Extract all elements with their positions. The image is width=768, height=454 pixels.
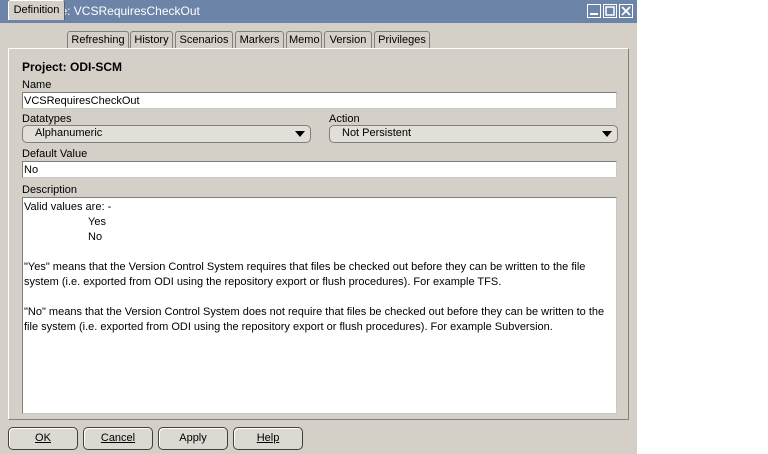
action-value: Not Persistent	[342, 127, 412, 139]
tab-privileges[interactable]: Privileges	[374, 31, 430, 48]
maximize-button[interactable]	[603, 4, 617, 18]
description-line: Valid values are: -	[24, 201, 112, 213]
cancel-button[interactable]: Cancel	[83, 427, 153, 450]
default-value-field[interactable]: No	[22, 161, 617, 178]
name-label: Name	[22, 79, 52, 91]
description-line: "No" means that the Version Control Syst…	[24, 306, 605, 318]
datatypes-value: Alphanumeric	[35, 127, 103, 139]
apply-button[interactable]: Apply	[158, 427, 228, 450]
maximize-icon	[605, 6, 615, 16]
variable-window: ? Variable: VCSRequiresCheckOut Definiti…	[0, 0, 637, 454]
description-line: "Yes" means that the Version Control Sys…	[24, 261, 586, 273]
description-label: Description	[22, 184, 78, 196]
ok-button[interactable]: OK	[8, 427, 78, 450]
cancel-label: Cancel	[100, 432, 136, 444]
tab-history[interactable]: History	[130, 31, 173, 48]
help-button[interactable]: Help	[233, 427, 303, 450]
minimize-icon	[590, 13, 598, 15]
minimize-button[interactable]	[587, 4, 601, 18]
help-label: Help	[256, 432, 280, 444]
chevron-down-icon	[295, 131, 305, 137]
tab-version[interactable]: Version	[324, 31, 372, 48]
tab-definition[interactable]: Definition	[8, 0, 65, 20]
project-label: Project: ODI-SCM	[22, 60, 123, 74]
tab-scenarios[interactable]: Scenarios	[175, 31, 233, 48]
apply-label: Apply	[179, 432, 207, 444]
description-line: system (i.e. exported from ODI using the…	[24, 276, 502, 288]
chevron-down-icon	[602, 131, 612, 137]
datatypes-select[interactable]: Alphanumeric	[22, 125, 311, 143]
title-bar[interactable]: ? Variable: VCSRequiresCheckOut	[0, 0, 637, 23]
name-field[interactable]: VCSRequiresCheckOut	[22, 92, 617, 109]
description-textarea[interactable]: Valid values are: - Yes No "Yes" means t…	[22, 197, 617, 414]
tab-markers[interactable]: Markers	[235, 31, 284, 48]
description-line: file system (i.e. exported from ODI usin…	[24, 321, 553, 333]
description-line: No	[88, 231, 103, 243]
tab-refreshing[interactable]: Refreshing	[67, 31, 129, 48]
action-select[interactable]: Not Persistent	[329, 125, 618, 143]
close-button[interactable]	[619, 4, 633, 18]
close-icon	[621, 6, 631, 16]
default-value-label: Default Value	[22, 148, 88, 160]
description-line: Yes	[88, 216, 106, 228]
tab-memo[interactable]: Memo	[286, 31, 322, 48]
ok-label: OK	[35, 432, 51, 444]
